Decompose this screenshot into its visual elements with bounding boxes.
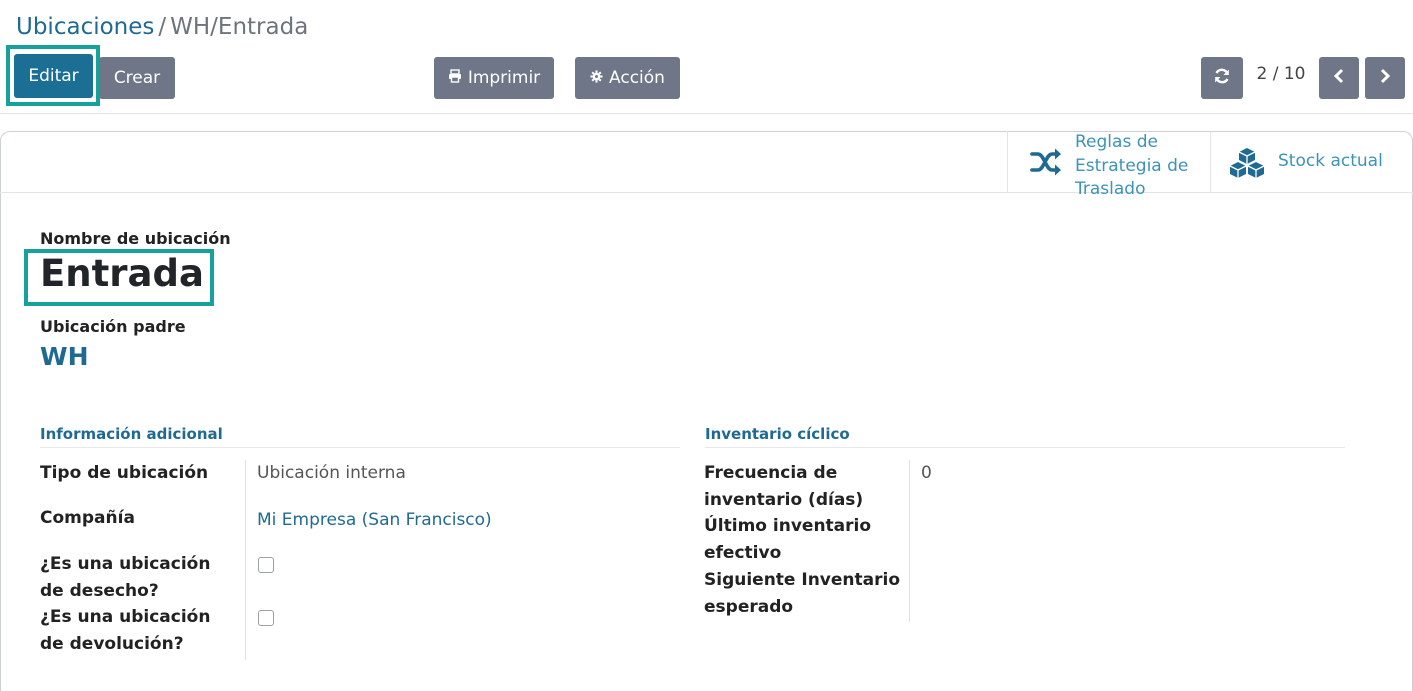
scrap-location-label: ¿Es una ubicación de desecho? (40, 551, 210, 605)
group-title-additional-info: Información adicional (40, 425, 223, 443)
last-inventory-label: Último inventario efectivo (704, 513, 871, 567)
breadcrumb: Ubicaciones / WH/Entrada (16, 12, 308, 42)
edit-button-label: Editar (28, 66, 79, 86)
last-inventory-label-line2: efectivo (704, 543, 782, 563)
action-button-label: Acción (609, 68, 665, 88)
scrap-location-label-line2: de desecho? (40, 581, 159, 601)
group-column-divider-right (909, 460, 910, 622)
group-column-divider-left (245, 460, 246, 660)
shuffle-icon (1030, 148, 1062, 181)
current-stock-button[interactable]: Stock actual (1210, 131, 1413, 193)
cubes-icon (1228, 147, 1266, 184)
parent-location-label: Ubicación padre (40, 317, 186, 336)
inventory-frequency-label-line1: Frecuencia de (704, 463, 838, 483)
breadcrumb-current: WH/Entrada (170, 14, 309, 40)
return-location-label-line2: de devolución? (40, 634, 184, 654)
putaway-rules-button[interactable]: Reglas de Estrategia de Traslado (1007, 131, 1210, 199)
scrap-location-label-line1: ¿Es una ubicación (40, 554, 211, 574)
group-divider-additional-info (40, 447, 680, 448)
current-stock-label: Stock actual (1278, 151, 1383, 171)
return-location-label: ¿Es una ubicación de devolución? (40, 604, 210, 658)
return-location-label-line1: ¿Es una ubicación (40, 607, 211, 627)
breadcrumb-separator: / (158, 14, 167, 40)
print-button[interactable]: Imprimir (434, 57, 554, 99)
create-button[interactable]: Crear (99, 57, 175, 99)
refresh-button[interactable] (1201, 57, 1243, 99)
pager-value[interactable]: 2 / 10 (1246, 64, 1316, 84)
printer-icon (448, 68, 462, 88)
location-type-value: Ubicación interna (257, 463, 406, 483)
print-button-label: Imprimir (467, 68, 541, 88)
breadcrumb-parent-link[interactable]: Ubicaciones (16, 14, 154, 40)
location-type-label: Tipo de ubicación (40, 463, 209, 483)
putaway-rules-label-line3: Traslado (1075, 179, 1146, 199)
company-link[interactable]: Mi Empresa (San Francisco) (257, 510, 492, 530)
pager-previous-button[interactable] (1319, 57, 1359, 99)
next-inventory-label: Siguiente Inventario esperado (704, 567, 900, 621)
location-name-value: Entrada (40, 252, 204, 295)
scrap-location-checkbox[interactable] (258, 557, 274, 573)
chevron-left-icon (1332, 68, 1346, 88)
chevron-right-icon (1378, 68, 1392, 88)
putaway-rules-label-line1: Reglas de (1075, 132, 1158, 152)
return-location-checkbox[interactable] (258, 610, 274, 626)
group-divider-cyclic-inventory (705, 447, 1345, 448)
location-name-label: Nombre de ubicación (40, 229, 231, 248)
inventory-frequency-label-line2: inventario (días) (704, 490, 864, 510)
inventory-frequency-label: Frecuencia de inventario (días) (704, 460, 863, 514)
create-button-label: Crear (113, 68, 161, 88)
refresh-icon (1213, 67, 1231, 89)
next-inventory-label-line2: esperado (704, 597, 794, 617)
pager-next-button[interactable] (1365, 57, 1405, 99)
gear-icon (590, 68, 603, 88)
next-inventory-label-line1: Siguiente Inventario (704, 570, 901, 590)
putaway-rules-label-line2: Estrategia de (1075, 155, 1189, 176)
parent-location-link[interactable]: WH (40, 342, 89, 371)
last-inventory-label-line1: Último inventario (704, 516, 872, 536)
action-button[interactable]: Acción (575, 57, 680, 99)
edit-button[interactable]: Editar (14, 54, 93, 98)
group-title-cyclic-inventory: Inventario cíclico (705, 425, 850, 443)
inventory-frequency-value: 0 (921, 463, 932, 483)
control-panel: Ubicaciones / WH/Entrada Editar Crear Impr… (0, 0, 1413, 114)
company-label: Compañía (40, 508, 135, 528)
